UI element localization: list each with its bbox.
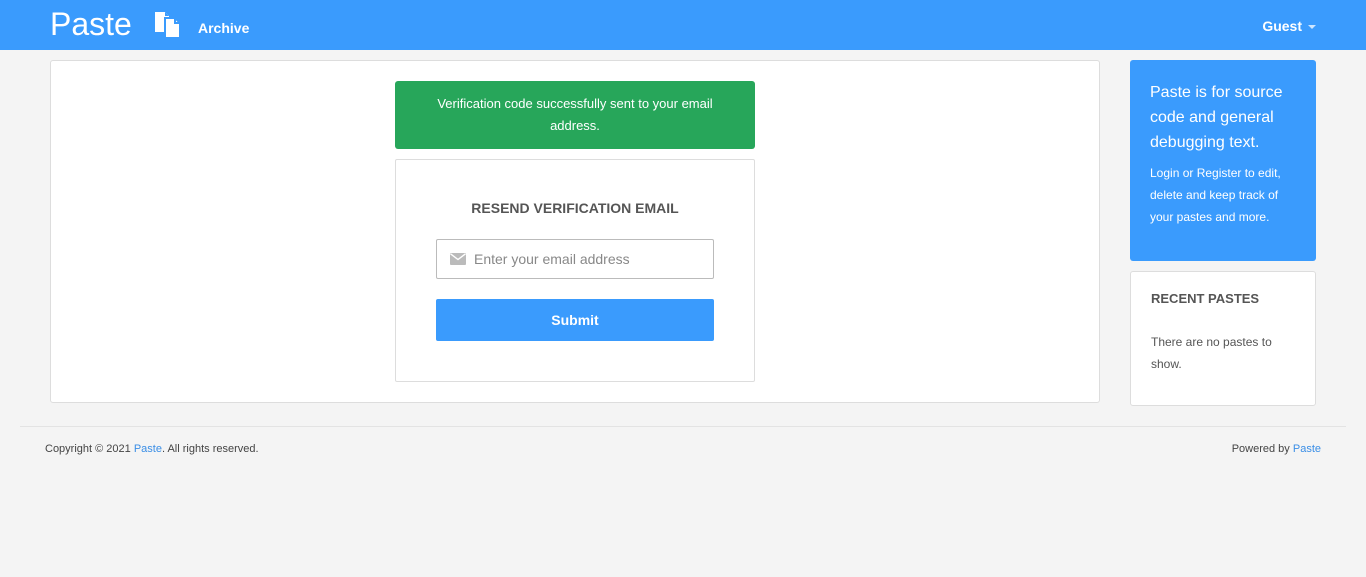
brand-logo-link[interactable]: Paste bbox=[50, 4, 132, 44]
footer-powered-link[interactable]: Paste bbox=[1293, 443, 1321, 455]
email-input[interactable] bbox=[474, 240, 710, 278]
footer-paste-link[interactable]: Paste bbox=[134, 443, 162, 455]
submit-button[interactable]: Submit bbox=[436, 299, 714, 341]
email-input-group bbox=[436, 239, 714, 279]
user-menu-label: Guest bbox=[1262, 18, 1302, 34]
form-title: RESEND VERIFICATION EMAIL bbox=[471, 200, 679, 216]
copyright-prefix: Copyright © 2021 bbox=[45, 443, 134, 455]
recent-pastes-card: RECENT PASTES There are no pastes to sho… bbox=[1130, 271, 1316, 406]
envelope-icon bbox=[450, 253, 466, 265]
copy-document-icon[interactable] bbox=[153, 10, 183, 40]
recent-pastes-title: RECENT PASTES bbox=[1151, 291, 1260, 306]
footer-copyright: Copyright © 2021 Paste. All rights reser… bbox=[45, 442, 259, 456]
recent-pastes-empty-message: There are no pastes to show. bbox=[1151, 335, 1272, 371]
footer-powered-by: Powered by Paste bbox=[1232, 442, 1321, 456]
user-menu-dropdown[interactable]: Guest bbox=[1262, 17, 1316, 35]
footer-divider bbox=[20, 426, 1346, 427]
success-alert: Verification code successfully sent to y… bbox=[395, 81, 755, 149]
caret-down-icon bbox=[1308, 25, 1316, 29]
nav-archive-link[interactable]: Archive bbox=[198, 19, 249, 37]
resend-verification-form: RESEND VERIFICATION EMAIL Submit bbox=[395, 159, 755, 382]
info-card: Paste is for source code and general deb… bbox=[1130, 60, 1316, 261]
info-heading: Paste is for source code and general deb… bbox=[1150, 84, 1283, 151]
powered-prefix: Powered by bbox=[1231, 443, 1293, 455]
info-text: Login or Register to edit, delete and ke… bbox=[1150, 166, 1281, 224]
top-navbar: Paste Archive Guest bbox=[0, 0, 1366, 50]
copyright-suffix: . All rights reserved. bbox=[161, 443, 259, 455]
